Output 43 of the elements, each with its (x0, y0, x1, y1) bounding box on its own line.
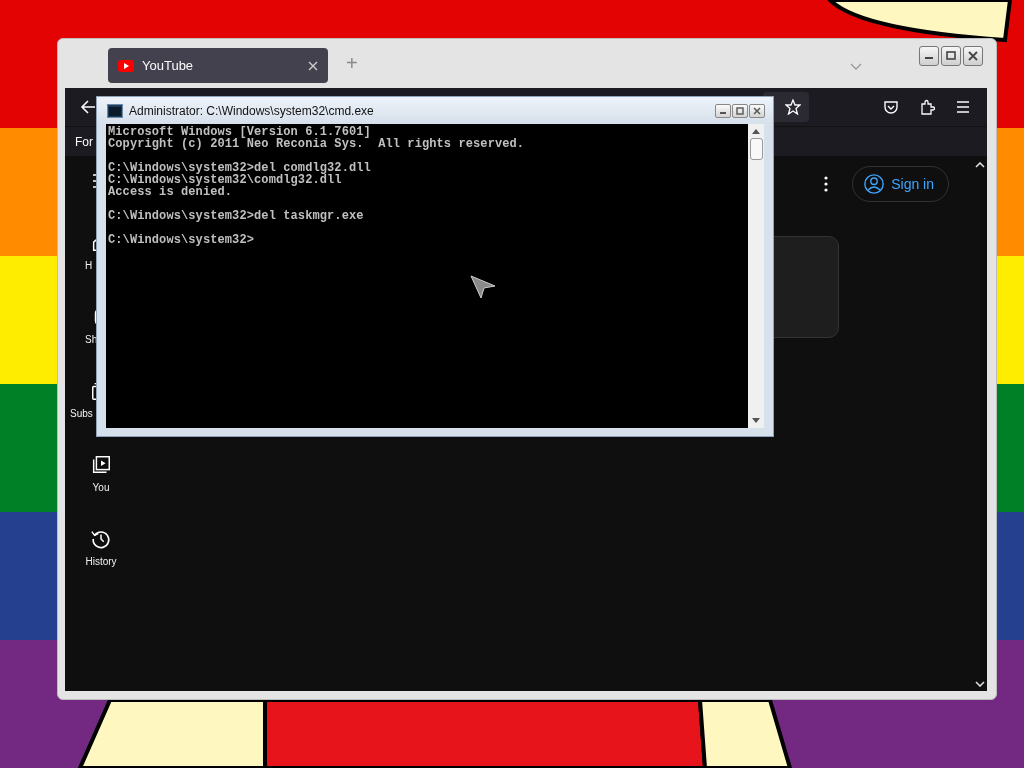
sidebar-label[interactable]: History (85, 556, 117, 567)
back-arrow-icon[interactable] (80, 99, 96, 115)
tab-title: YouTube (142, 58, 195, 73)
cursor-icon (470, 275, 496, 299)
console-line: C:\Windows\system32>del taskmgr.exe (108, 210, 365, 222)
browser-tab[interactable]: YouTube (108, 48, 328, 83)
sidebar-label[interactable]: H (85, 260, 93, 271)
maximize-button[interactable] (732, 103, 748, 118)
person-icon (863, 173, 886, 195)
console-line: C:\Windows\system32> (108, 234, 256, 246)
you-icon[interactable] (90, 454, 112, 476)
console-line: Microsoft Windows [Version 6.1.7601] (108, 126, 372, 138)
scroll-down-icon[interactable] (975, 681, 985, 687)
window-title: Administrator: C:\Windows\system32\cmd.exe (129, 103, 375, 118)
console-line: Access is denied. (108, 186, 233, 198)
console-icon (107, 103, 123, 118)
scroll-thumb[interactable] (749, 138, 763, 160)
play-logo-icon (118, 59, 134, 72)
close-button[interactable] (749, 103, 765, 118)
minimize-button[interactable] (715, 103, 731, 118)
pocket-icon[interactable] (883, 99, 899, 115)
console-line: C:\Windows\system32\comdlg32.dll (108, 174, 342, 186)
close-button[interactable] (963, 46, 983, 66)
history-icon[interactable] (90, 528, 112, 550)
console-line: Copyright (c) 2011 Neo Reconia Sys. All rights reserved. (108, 138, 526, 150)
menu-icon[interactable] (955, 99, 971, 115)
more-options-icon[interactable] (824, 176, 829, 192)
minimize-button[interactable] (919, 46, 939, 66)
maximize-icon (945, 51, 957, 61)
close-icon (752, 106, 762, 115)
scroll-up-icon[interactable] (975, 162, 985, 168)
sign-in-button[interactable]: Sign in (852, 166, 949, 202)
sidebar-label[interactable]: You (92, 482, 110, 493)
bookmark-link[interactable]: For (75, 134, 93, 149)
close-icon (967, 51, 979, 61)
puzzle-icon[interactable] (919, 99, 935, 115)
console-line: C:\Windows\system32>del comdlg32.dll (108, 162, 372, 174)
close-icon[interactable] (308, 60, 318, 71)
maximize-icon (735, 106, 745, 115)
star-icon[interactable] (785, 99, 801, 115)
scroll-down-icon[interactable] (752, 418, 760, 423)
maximize-button[interactable] (941, 46, 961, 66)
sidebar-label[interactable]: Subs (70, 408, 93, 419)
